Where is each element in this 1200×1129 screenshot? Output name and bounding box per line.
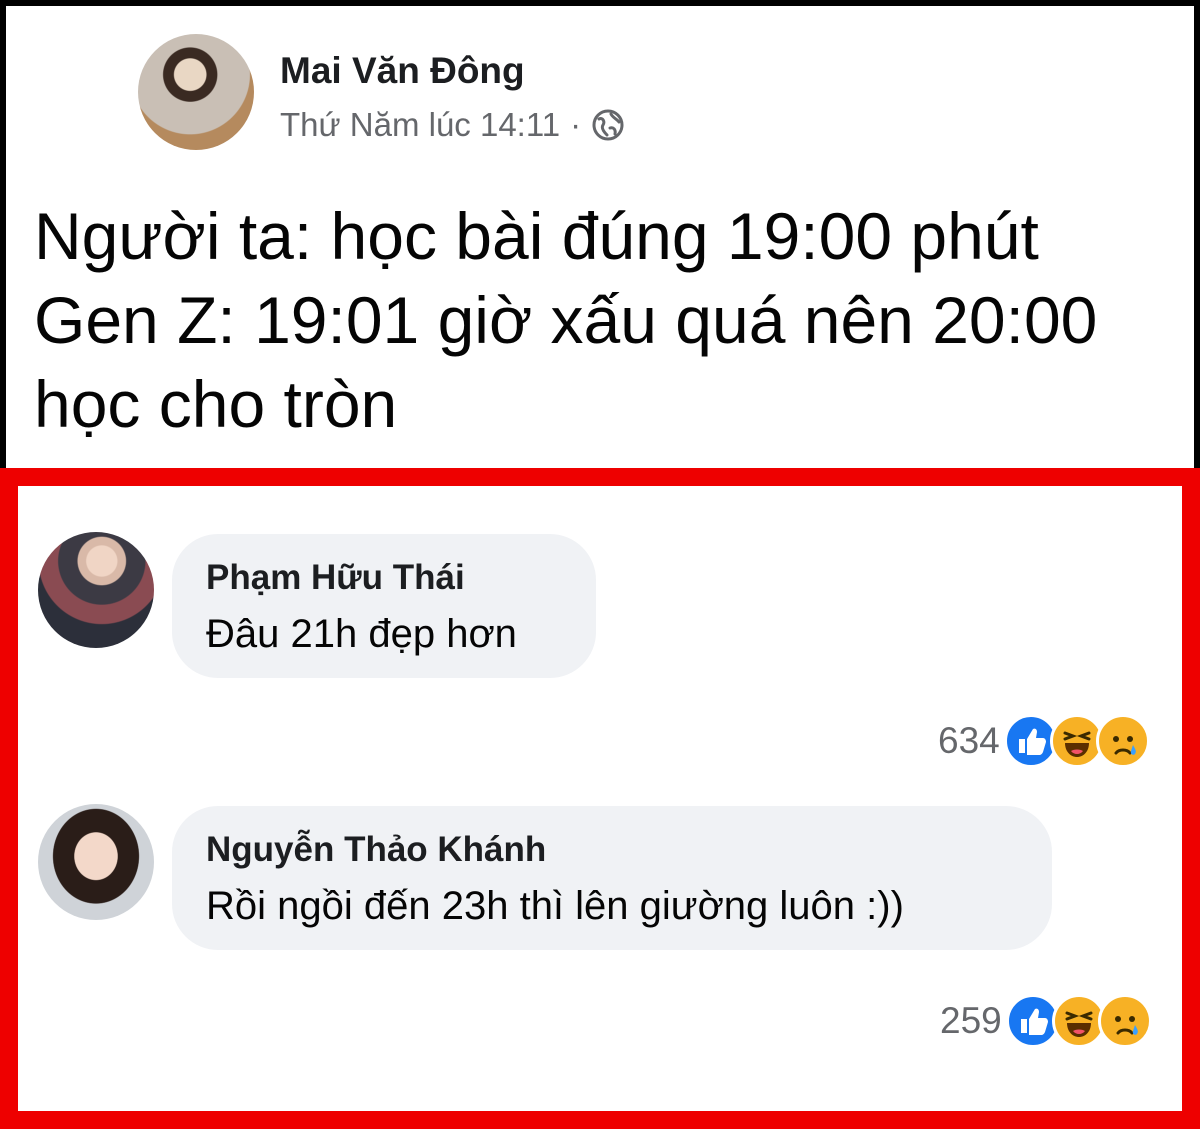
post-text-line: Gen Z: 19:01 giờ xấu quá nên 20:00 (34, 283, 1098, 357)
post-card: Mai Văn Đông Thứ Năm lúc 14:11 · Người t… (6, 6, 1194, 468)
post-meta: Thứ Năm lúc 14:11 · (280, 106, 625, 144)
comments-section: Phạm Hữu Thái Đâu 21h đẹp hơn 634 Nguyễn… (18, 486, 1182, 1111)
comment-bubble: Phạm Hữu Thái Đâu 21h đẹp hơn (172, 534, 596, 678)
post-timestamp[interactable]: Thứ Năm lúc 14:11 (280, 106, 560, 144)
globe-icon (591, 108, 625, 142)
commenter-avatar[interactable] (38, 532, 154, 648)
sad-icon (1097, 994, 1152, 1048)
comment-text: Rồi ngồi đến 23h thì lên giường luôn :)) (206, 884, 904, 928)
post-author-name[interactable]: Mai Văn Đông (280, 50, 525, 92)
meta-separator: · (570, 106, 582, 143)
comment-text: Đâu 21h đẹp hơn (206, 612, 517, 656)
reaction-count: 259 (940, 1000, 1002, 1041)
post-body: Người ta: học bài đúng 19:00 phút Gen Z:… (34, 194, 1154, 446)
sad-icon (1095, 714, 1150, 768)
post-text-line: học cho tròn (34, 367, 398, 441)
commenter-avatar[interactable] (38, 804, 154, 920)
comments-highlight-frame: Phạm Hữu Thái Đâu 21h đẹp hơn 634 Nguyễn… (0, 468, 1200, 1129)
post-text-line: Người ta: học bài đúng 19:00 phút (34, 199, 1039, 273)
post-author-avatar[interactable] (138, 34, 254, 150)
reaction-count: 634 (938, 720, 1000, 761)
comment-reactions[interactable]: 259 (940, 994, 1152, 1048)
comment-bubble: Nguyễn Thảo Khánh Rồi ngồi đến 23h thì l… (172, 806, 1052, 950)
comment-reactions[interactable]: 634 (938, 714, 1150, 768)
comment-author[interactable]: Phạm Hữu Thái (206, 558, 465, 598)
comment-author[interactable]: Nguyễn Thảo Khánh (206, 830, 546, 870)
